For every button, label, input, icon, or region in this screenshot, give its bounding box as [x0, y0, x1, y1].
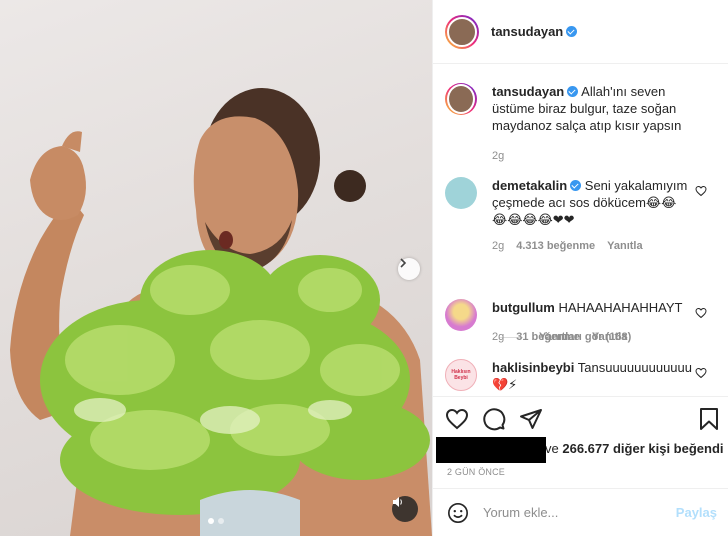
comment-time[interactable]: 2g: [492, 238, 504, 255]
comment-avatar[interactable]: [445, 299, 477, 331]
caption-time[interactable]: 2g: [492, 148, 504, 165]
comment-username[interactable]: haklisinbeybi: [492, 360, 574, 375]
comment-likes[interactable]: 31 beğenme: [516, 329, 580, 346]
post-photo: [10, 88, 432, 536]
heart-icon[interactable]: [695, 367, 707, 379]
post-media[interactable]: [0, 0, 432, 536]
comment-item: butgullum HAHAAHAHAHHAYT 2g 31 beğenme Y…: [445, 299, 723, 346]
verified-icon: [567, 86, 579, 97]
verified-icon: [570, 180, 582, 191]
likes-summary[interactable]: ve 266.677 diğer kişi beğendi: [545, 441, 724, 456]
comments-list: tansudayan Allah'ını seven üstüme biraz …: [433, 65, 728, 395]
post-header: tansudayan: [433, 0, 728, 64]
caption-avatar[interactable]: [445, 83, 477, 115]
comment-reply-button[interactable]: Yanıtla: [592, 329, 627, 346]
carousel-indicator: [208, 518, 224, 524]
comment-avatar[interactable]: Haklısın Beybi: [445, 359, 477, 391]
comment-item: Haklısın Beybi haklisinbeybi Tansuuuuuuu…: [445, 359, 723, 393]
chevron-right-icon: [400, 258, 407, 268]
comment-username[interactable]: demetakalin: [492, 178, 567, 193]
comment-username[interactable]: butgullum: [492, 300, 555, 315]
caption-username[interactable]: tansudayan: [492, 84, 564, 99]
author-username[interactable]: tansudayan: [491, 24, 578, 39]
add-comment-bar: Yorum ekle... Paylaş: [433, 488, 728, 536]
comment-text: HAHAAHAHAHHAYT: [558, 300, 683, 315]
audio-toggle-button[interactable]: [392, 496, 418, 522]
carousel-dot: [208, 518, 214, 524]
verified-icon: [566, 26, 578, 37]
smiley-icon[interactable]: [447, 502, 469, 524]
comment-item: demetakalin Seni yakalamıyım çeşmede acı…: [445, 177, 723, 255]
share-icon[interactable]: [519, 407, 543, 431]
carousel-next-button[interactable]: [398, 258, 420, 280]
comment-reply-button[interactable]: Yanıtla: [607, 238, 642, 255]
author-avatar[interactable]: [445, 14, 479, 49]
heart-icon[interactable]: [445, 407, 469, 431]
speaker-icon: [393, 497, 402, 507]
post-comment-button[interactable]: Paylaş: [676, 505, 717, 520]
comment-time[interactable]: 2g: [492, 329, 504, 346]
comment-avatar[interactable]: [445, 177, 477, 209]
comment-icon[interactable]: [482, 407, 506, 431]
carousel-dot: [218, 518, 224, 524]
comment-likes[interactable]: 4.313 beğenme: [516, 238, 595, 255]
bookmark-icon[interactable]: [697, 407, 721, 431]
post-timestamp[interactable]: 2 GÜN ÖNCE: [447, 467, 505, 477]
comment-input[interactable]: Yorum ekle...: [483, 505, 558, 520]
heart-icon[interactable]: [695, 185, 707, 197]
action-bar: [433, 396, 728, 431]
heart-icon[interactable]: [695, 307, 707, 319]
caption: tansudayan Allah'ını seven üstüme biraz …: [445, 83, 723, 165]
redacted-liker-name: [436, 437, 546, 463]
